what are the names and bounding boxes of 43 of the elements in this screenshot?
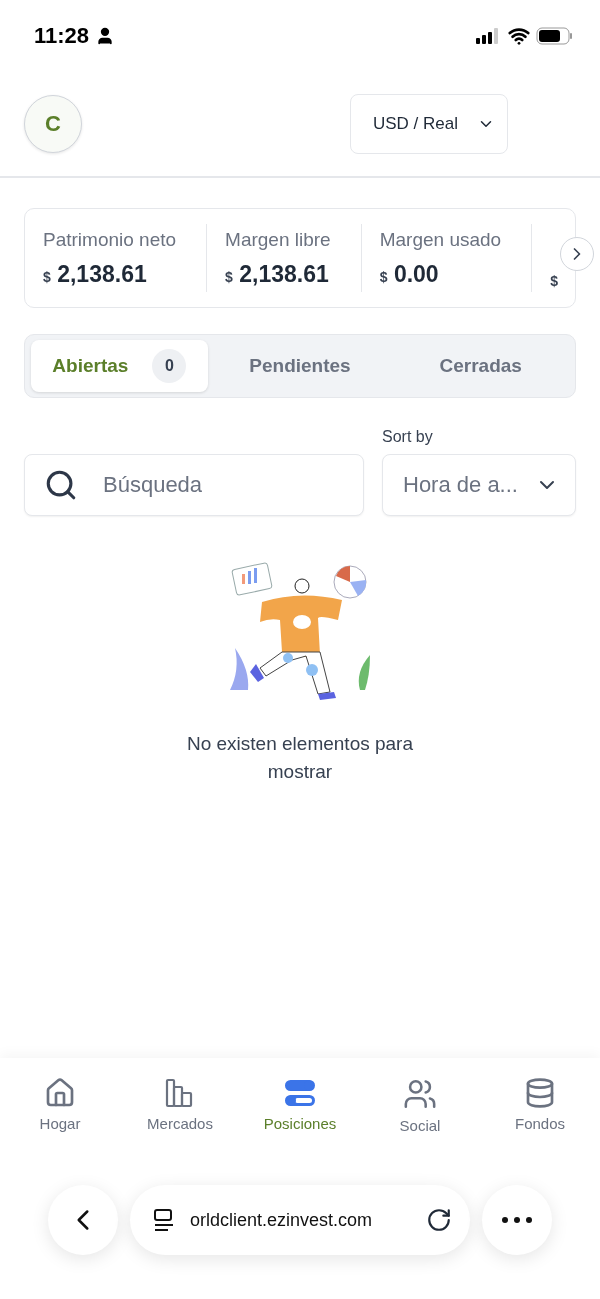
pie-slice (336, 566, 350, 582)
chart-bar (248, 571, 251, 584)
count-badge: 0 (152, 349, 187, 383)
users-icon (403, 1077, 437, 1111)
positions-tab[interactable]: Pendientes (211, 340, 389, 392)
nav-item[interactable]: Hogar (5, 1076, 115, 1135)
leaf-drawing (230, 648, 249, 690)
chart-bar (254, 568, 257, 583)
stat-label: Patrimonio neto (43, 228, 177, 251)
leaf-drawing (358, 655, 370, 690)
stat-label: Margen usado (379, 228, 502, 251)
stat-value: $ 2,138.61 (43, 260, 148, 288)
positions-tab[interactable]: Abiertas 0 (31, 340, 208, 392)
nav-item[interactable]: Posiciones (245, 1076, 355, 1135)
stat-value: $ 0.00 (379, 260, 440, 288)
nav-item[interactable]: Social (365, 1076, 475, 1135)
home-icon (44, 1077, 76, 1109)
status-time: 11:28 (34, 23, 90, 49)
stat-value: $ 2,138.61 (225, 260, 330, 288)
account-select[interactable]: USD / Real (350, 94, 508, 154)
account-avatar[interactable]: C (24, 95, 82, 153)
scroll-next-button[interactable] (560, 237, 594, 271)
stat-label: Margen libre (225, 228, 331, 251)
toggles-icon (284, 1077, 316, 1109)
coins-icon (524, 1077, 556, 1109)
empty-message: No existen elementos para mostrar (186, 732, 414, 784)
sort-select[interactable]: Hora de a... (382, 454, 576, 516)
battery-icon (536, 27, 574, 45)
nav-item[interactable]: Mercados (125, 1076, 235, 1135)
positions-tab[interactable]: Cerradas (392, 340, 569, 392)
stat-value: $ (550, 272, 558, 291)
chart-bar (242, 574, 245, 584)
nav-item[interactable]: Fondos (485, 1076, 595, 1135)
address-bar[interactable]: orldclient.ezinvest.com (130, 1185, 470, 1255)
sort-label: Sort by (382, 428, 434, 446)
url-text: orldclient.ezinvest.com (190, 1209, 374, 1231)
pie-slice (350, 580, 367, 596)
reload-icon (426, 1207, 452, 1233)
wifi-icon (508, 25, 530, 47)
search-icon (44, 468, 78, 502)
tabs-icon (152, 1208, 176, 1232)
search-field[interactable]: Búsqueda (24, 454, 364, 516)
more-icon (502, 1217, 532, 1223)
